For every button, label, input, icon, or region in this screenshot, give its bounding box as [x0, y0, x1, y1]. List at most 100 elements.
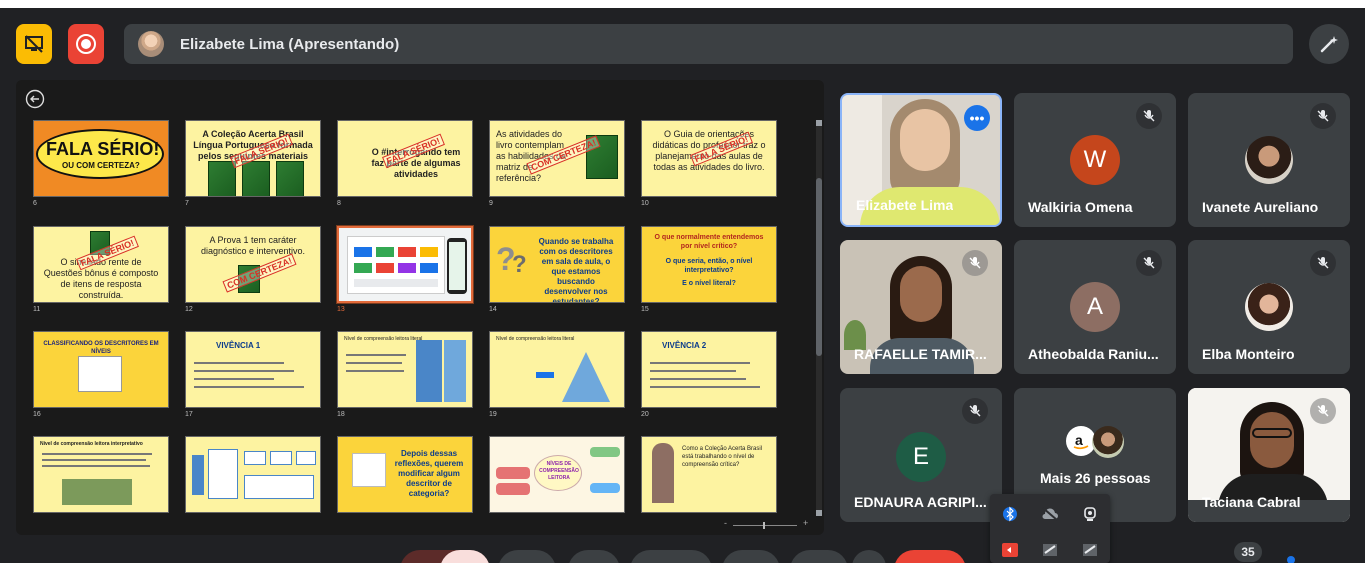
slide-15-line2: O que seria, então, o nível interpretati… [665, 258, 753, 274]
pen-sparkle-icon [1320, 36, 1338, 53]
leave-call-button[interactable] [894, 550, 966, 563]
diagram-box [244, 451, 266, 465]
recording-button[interactable] [68, 24, 104, 64]
zoom-handle[interactable] [763, 522, 765, 529]
tool-icon[interactable] [1040, 540, 1060, 560]
slide-thumb-18[interactable]: Nível de compreensão leitora literal [337, 331, 473, 408]
mic-off-icon [1310, 103, 1336, 129]
zoom-slider[interactable]: - + [721, 518, 811, 530]
camera-button[interactable] [498, 550, 556, 563]
participant-tile[interactable]: Ivanete Aureliano [1188, 93, 1350, 227]
slide-thumb-11[interactable]: O simulado rente de Questões bônus é com… [33, 226, 169, 303]
dashboard-cell [376, 263, 394, 273]
diagram-box [296, 451, 316, 465]
scroll-up-arrow-icon[interactable] [816, 120, 822, 126]
slide-thumb-8[interactable]: O #interrogando tem faz parte de algumas… [337, 120, 473, 197]
slide-19-text: Nível de compreensão leitora literal [496, 336, 575, 342]
participant-tile[interactable]: E EDNAURA AGRIPI... [840, 388, 1002, 522]
scrollbar-thumb[interactable] [816, 178, 822, 356]
zoom-out-button[interactable]: - [724, 518, 727, 528]
slide-thumb-7[interactable]: A Coleção Acerta Brasil Língua Portugues… [185, 120, 321, 197]
slide-thumb-19[interactable]: Nível de compreensão leitora literal [489, 331, 625, 408]
stop-presenting-button[interactable] [16, 24, 52, 64]
slide-number: 11 [33, 306, 41, 313]
slide-number: 9 [489, 200, 493, 207]
slide-thumb-10[interactable]: O Guia de orientações didáticas do profe… [641, 120, 777, 197]
participant-tile[interactable]: W Walkiria Omena [1014, 93, 1176, 227]
text-line [42, 453, 152, 455]
more-options-button[interactable] [790, 550, 848, 563]
mic-button-highlight [440, 550, 490, 563]
slide-17-text: VIVÊNCIA 1 [216, 341, 261, 350]
dashboard-cell [354, 263, 372, 273]
text-line [650, 386, 760, 388]
tool-icon[interactable] [1080, 540, 1100, 560]
webcam-icon[interactable] [1080, 504, 1100, 524]
slide-thumb-6[interactable]: FALA SÉRIO! OU COM CERTEZA? [33, 120, 169, 197]
participant-tile[interactable]: RAFAELLE TAMIR... [840, 240, 1002, 374]
scroll-down-arrow-icon[interactable] [816, 510, 822, 516]
dashboard-cell [376, 247, 394, 257]
reactions-button[interactable] [630, 550, 712, 563]
avatar [138, 31, 164, 57]
captions-button[interactable] [568, 550, 620, 563]
slide-thumb-14[interactable]: ? ? Quando se trabalha com os descritore… [489, 226, 625, 303]
back-arrow-icon[interactable] [25, 89, 45, 109]
person-face [900, 266, 942, 322]
slide-thumb-22[interactable] [185, 436, 321, 513]
slide-thumb-23[interactable]: Depois dessas reflexões, querem modifica… [337, 436, 473, 513]
mic-off-icon [962, 398, 988, 424]
zoom-in-button[interactable]: + [803, 518, 808, 528]
slide-thumb-12[interactable]: A Prova 1 tem caráter diagnóstico e inte… [185, 226, 321, 303]
participant-tile[interactable]: Elba Monteiro [1188, 240, 1350, 374]
mic-button[interactable] [400, 550, 490, 563]
slide-thumb-16[interactable]: CLASSIFICANDO OS DESCRITORES EM NÍVEIS [33, 331, 169, 408]
slide-number: 7 [185, 200, 189, 207]
annotate-button[interactable] [1309, 24, 1349, 64]
bluetooth-icon[interactable] [1000, 504, 1020, 524]
slide-15-line3: E o nível literal? [682, 280, 736, 287]
app-icon[interactable] [1000, 540, 1020, 560]
dashboard-cell [398, 263, 416, 273]
text-line [194, 386, 304, 388]
dashboard-cell [354, 279, 438, 287]
book-cover [242, 161, 270, 196]
dashboard-screenshot [347, 236, 445, 294]
mic-off-icon [962, 250, 988, 276]
participant-tile[interactable]: Taciana Cabral [1188, 388, 1350, 522]
more-options-icon[interactable]: ••• [964, 105, 990, 131]
text-line [650, 362, 750, 364]
slide-thumb-15[interactable]: O que normalmente entendemos por nível c… [641, 226, 777, 303]
avatar [1092, 426, 1124, 458]
slide-number: 17 [185, 411, 193, 418]
slide-number: 16 [33, 411, 41, 418]
raise-hand-button[interactable] [852, 550, 886, 563]
slide-thumb-25[interactable]: Como a Coleção Acerta Brasil está trabal… [641, 436, 777, 513]
text-line [194, 370, 294, 372]
slide-thumb-9[interactable]: As atividades do livro contemplam as hab… [489, 120, 625, 197]
avatar: A [1070, 282, 1120, 332]
slide-thumb-17[interactable]: VIVÊNCIA 1 [185, 331, 321, 408]
slide-6-subtitle: OU COM CERTEZA? [62, 161, 140, 170]
slide-14-text: Quando se trabalha com os descritores em… [538, 237, 614, 303]
slide-12-text: A Prova 1 tem caráter diagnóstico e inte… [200, 235, 306, 256]
participant-name: Elba Monteiro [1202, 346, 1295, 362]
participant-tile[interactable]: A Atheobalda Raniu... [1014, 240, 1176, 374]
cloud-off-icon[interactable] [1040, 504, 1060, 524]
diagram-box [244, 475, 314, 499]
slide-16-text: CLASSIFICANDO OS DESCRITORES EM NÍVEIS [43, 341, 159, 355]
participant-tile[interactable]: ••• Elizabete Lima [840, 93, 1002, 227]
diagram-box [270, 451, 292, 465]
slide-number: 13 [337, 306, 345, 313]
slide-25-figure [652, 443, 674, 503]
presenter-bar[interactable]: Elizabete Lima (Apresentando) [124, 24, 1293, 64]
slide-thumb-21[interactable]: Nível de compreensão leitora interpretat… [33, 436, 169, 513]
slide-23-text: Depois dessas reflexões, querem modifica… [394, 449, 464, 498]
slide-24-tag [590, 447, 620, 457]
slide-24-tag [590, 483, 620, 493]
slide-thumb-24[interactable]: NÍVEIS DE COMPREENSÃO LEITORA [489, 436, 625, 513]
slide-thumb-20[interactable]: VIVÊNCIA 2 [641, 331, 777, 408]
present-button[interactable] [722, 550, 780, 563]
book-cover [208, 161, 236, 196]
slide-thumb-13[interactable] [337, 226, 473, 303]
